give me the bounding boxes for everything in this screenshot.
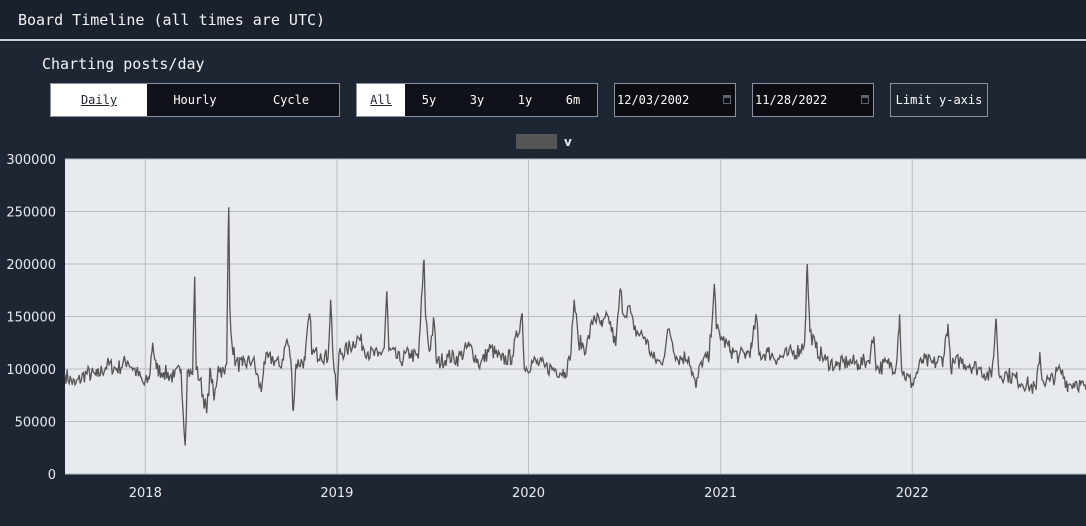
y-tick-label: 150000 — [6, 311, 56, 326]
y-tick-label: 50000 — [15, 416, 56, 431]
posts-per-day-chart: 0 50000 100000 150000 200000 250000 300000 201… — [6, 134, 1086, 501]
x-axis: 2018 2019 2020 2021 2022 — [129, 486, 929, 501]
x-tick-label: 2022 — [896, 486, 929, 501]
legend-label-v: v — [564, 135, 572, 149]
y-tick-label: 200000 — [6, 258, 56, 273]
legend-swatch-v[interactable] — [516, 134, 557, 149]
y-axis: 0 50000 100000 150000 200000 250000 300000 — [6, 153, 56, 483]
y-tick-label: 300000 — [6, 153, 56, 168]
x-tick-label: 2018 — [129, 486, 162, 501]
y-tick-label: 0 — [48, 468, 56, 483]
x-tick-label: 2021 — [704, 486, 737, 501]
x-tick-label: 2019 — [320, 486, 353, 501]
y-tick-label: 100000 — [6, 363, 56, 378]
y-tick-label: 250000 — [6, 206, 56, 221]
x-tick-label: 2020 — [512, 486, 545, 501]
